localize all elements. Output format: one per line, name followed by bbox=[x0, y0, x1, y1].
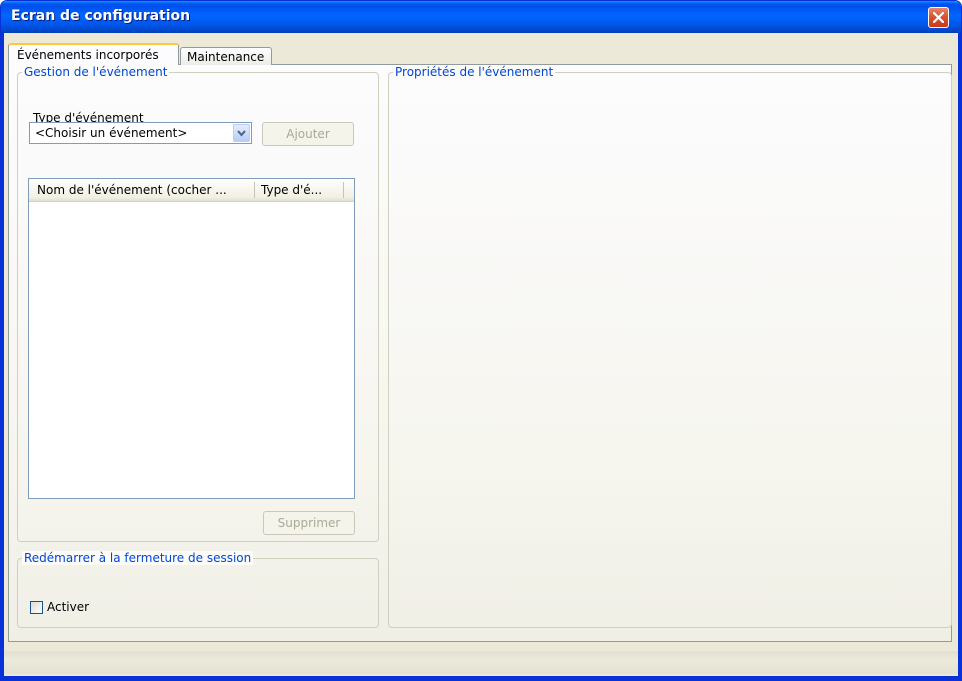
client-area: Événements incorporés Maintenance Gestio… bbox=[4, 33, 958, 647]
column-header-type[interactable]: Type d'é... bbox=[261, 183, 351, 197]
list-header: Nom de l'événement (cocher ... Type d'é.… bbox=[29, 179, 354, 202]
column-header-name[interactable]: Nom de l'événement (cocher ... bbox=[37, 183, 247, 197]
column-separator[interactable] bbox=[254, 182, 255, 198]
config-window: Ecran de configuration Événements incorp… bbox=[0, 0, 962, 681]
restart-on-logoff-group: Redémarrer à la fermeture de session bbox=[17, 551, 379, 628]
activate-checkbox-label[interactable]: Activer bbox=[47, 600, 89, 614]
tab-page: Gestion de l'événement Type d'événement … bbox=[8, 64, 952, 642]
event-list[interactable]: Nom de l'événement (cocher ... Type d'é.… bbox=[28, 178, 355, 499]
window-frame-bottom bbox=[1, 676, 961, 680]
group-legend: Propriétés de l'événement bbox=[393, 65, 556, 79]
status-bar bbox=[4, 651, 958, 674]
event-properties-group: Propriétés de l'événement bbox=[388, 65, 952, 628]
dropdown-button[interactable] bbox=[233, 124, 250, 142]
add-button[interactable]: Ajouter bbox=[262, 122, 354, 146]
column-separator[interactable] bbox=[343, 182, 344, 198]
tab-label: Événements incorporés bbox=[17, 48, 159, 62]
delete-button[interactable]: Supprimer bbox=[263, 511, 355, 535]
tab-maintenance[interactable]: Maintenance bbox=[180, 47, 272, 65]
event-type-select[interactable]: <Choisir un événement> bbox=[29, 122, 252, 144]
close-icon bbox=[933, 12, 944, 23]
tab-label: Maintenance bbox=[187, 50, 265, 64]
window-frame-right bbox=[958, 33, 961, 678]
group-legend: Gestion de l'événement bbox=[22, 65, 170, 79]
chevron-down-icon bbox=[237, 130, 246, 137]
activate-checkbox[interactable] bbox=[30, 601, 43, 614]
event-type-value: <Choisir un événement> bbox=[35, 126, 188, 140]
group-legend: Redémarrer à la fermeture de session bbox=[22, 551, 254, 565]
close-button[interactable] bbox=[928, 7, 949, 28]
tab-evenements-incorpores[interactable]: Événements incorporés bbox=[8, 43, 179, 65]
window-title: Ecran de configuration bbox=[11, 8, 191, 24]
title-bar[interactable]: Ecran de configuration bbox=[1, 1, 961, 33]
